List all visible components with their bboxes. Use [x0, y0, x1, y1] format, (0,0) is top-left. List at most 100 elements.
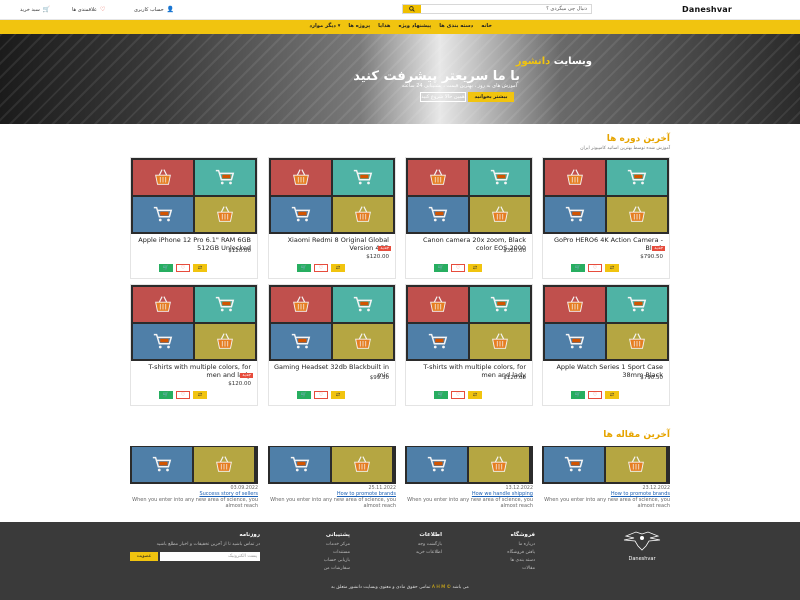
add-to-cart-button[interactable]: 🛒	[571, 264, 585, 272]
compare-button[interactable]: ⇄	[331, 391, 345, 399]
product-image[interactable]	[406, 158, 532, 234]
add-to-cart-button[interactable]: 🛒	[159, 391, 173, 399]
nav-item-home[interactable]: خانه	[481, 23, 492, 29]
product-image[interactable]	[543, 285, 669, 361]
article-image[interactable]	[268, 446, 396, 484]
article-image[interactable]	[542, 446, 670, 484]
product-card[interactable]: Canon camera 20x zoom, Black color EOS 2…	[405, 157, 533, 279]
footer-info-col: اطلاعات بازگشت وجه اطلاعات خرید	[416, 532, 442, 558]
add-to-cart-button[interactable]: 🛒	[571, 391, 585, 399]
product-image-tile	[133, 197, 193, 232]
add-to-favorites-button[interactable]: ♡	[314, 391, 328, 399]
site-logo[interactable]: Daneshvar	[682, 5, 732, 14]
product-image-tile	[271, 287, 331, 322]
footer-logo[interactable]: Daneshvar	[612, 530, 672, 562]
footer-link[interactable]: اطلاعات خرید	[416, 550, 442, 555]
compare-button[interactable]: ⇄	[605, 391, 619, 399]
search-button[interactable]	[403, 5, 421, 13]
article-description: When you enter into any new area of scie…	[132, 497, 258, 509]
add-to-favorites-button[interactable]: ♡	[451, 391, 465, 399]
product-card[interactable]: T-shirts with multiple colors, for men a…	[130, 284, 258, 406]
shopping-cart-icon	[290, 204, 312, 226]
product-image[interactable]	[406, 285, 532, 361]
nav-item-more[interactable]: دیگر موارد ▾	[309, 23, 340, 29]
footer-link[interactable]: بازگشت وجه	[416, 542, 442, 547]
compare-button[interactable]: ⇄	[468, 391, 482, 399]
add-to-cart-button[interactable]: 🛒	[297, 264, 311, 272]
product-card[interactable]: Gaming Headset 32db Blackbuilt in mic $99…	[268, 284, 396, 406]
add-to-favorites-button[interactable]: ♡	[588, 264, 602, 272]
add-to-favorites-button[interactable]: ♡	[314, 264, 328, 272]
nav-item-categories[interactable]: دسته بندی ها	[439, 23, 473, 29]
account-label: حساب کاربری	[134, 6, 164, 13]
article-card[interactable]: 23.12.2022 How to promote brands When you …	[542, 446, 670, 516]
product-card[interactable]: Apple Watch Series 1 Sport Case 38mm Bla…	[542, 284, 670, 406]
main-nav: خانه دسته بندی ها پیشنهاد ویژه هدایا پرو…	[0, 20, 800, 34]
cart-link[interactable]: سبد خرید 🛒	[20, 6, 50, 13]
compare-button[interactable]: ⇄	[605, 264, 619, 272]
add-to-favorites-button[interactable]: ♡	[451, 264, 465, 272]
nav-item-projects[interactable]: پروژه ها	[348, 23, 370, 29]
product-image-tile	[545, 324, 605, 359]
product-name[interactable]: Xiaomi Redmi 8 Original Global Version 4…	[273, 236, 389, 252]
shopping-basket-icon	[488, 454, 510, 476]
compare-button[interactable]: ⇄	[193, 264, 207, 272]
search-box[interactable]: دنبال چی میگردی ؟	[402, 4, 592, 14]
product-card[interactable]: GoPro HERO6 4K Action Camera - Blackجدید…	[542, 157, 670, 279]
add-to-cart-button[interactable]: 🛒	[159, 264, 173, 272]
add-to-cart-button[interactable]: 🛒	[434, 264, 448, 272]
subscribe-button[interactable]: عضویت	[130, 552, 158, 561]
product-card[interactable]: Apple iPhone 12 Pro 6.1" RAM 6GB 512GB U…	[130, 157, 258, 279]
copyright-brand[interactable]: A H M ©	[432, 585, 451, 590]
product-image[interactable]	[543, 158, 669, 234]
product-image[interactable]	[269, 285, 395, 361]
search-input[interactable]: دنبال چی میگردی ؟	[546, 6, 587, 12]
hero-title: وبسایت دانشور	[516, 56, 592, 67]
product-image[interactable]	[131, 158, 257, 234]
product-image-tile	[470, 197, 530, 232]
product-image-tile	[606, 447, 666, 482]
product-name[interactable]: T-shirts with multiple colors, for men a…	[135, 363, 251, 379]
nav-item-special[interactable]: پیشنهاد ویژه	[398, 23, 431, 29]
add-to-favorites-button[interactable]: ♡	[176, 391, 190, 399]
start-now-button[interactable]: همین حالا شروع کنید	[420, 92, 466, 102]
favorites-link[interactable]: علاقمندی ها ♡	[72, 6, 105, 13]
add-to-cart-button[interactable]: 🛒	[434, 391, 448, 399]
product-image[interactable]	[131, 285, 257, 361]
product-image-tile	[545, 160, 605, 195]
footer-link[interactable]: درباره ما	[507, 542, 535, 547]
article-card[interactable]: 25.11.2022 How to promote brands When you …	[268, 446, 396, 516]
favorites-label: علاقمندی ها	[72, 6, 98, 13]
newsletter-email-input[interactable]: پست الکترونیک	[160, 552, 260, 561]
add-to-favorites-button[interactable]: ♡	[176, 264, 190, 272]
article-image[interactable]	[130, 446, 258, 484]
product-card[interactable]: T-shirts with multiple colors, for men a…	[405, 284, 533, 406]
heart-icon: ♡	[180, 265, 186, 271]
compare-button[interactable]: ⇄	[468, 264, 482, 272]
articles-section-title: آخرین مقاله ها	[603, 430, 670, 440]
footer-link[interactable]: بازیابی حساب	[324, 558, 350, 563]
nav-item-gifts[interactable]: هدایا	[378, 23, 390, 29]
shopping-cart-icon	[289, 454, 311, 476]
product-image[interactable]	[269, 158, 395, 234]
add-to-favorites-button[interactable]: ♡	[588, 391, 602, 399]
footer-link[interactable]: یافتن فروشگاه	[507, 550, 535, 555]
footer-link[interactable]: مستندات	[324, 550, 350, 555]
account-link[interactable]: حساب کاربری 👤	[134, 6, 174, 13]
read-more-button[interactable]: بیشتر بخوانید	[468, 92, 514, 102]
article-card[interactable]: 13.12.2022 How we handle shipping When you…	[405, 446, 533, 516]
shopping-cart-icon	[214, 167, 236, 189]
compare-button[interactable]: ⇄	[193, 391, 207, 399]
footer-link[interactable]: سفارشات من	[324, 566, 350, 571]
add-to-cart-button[interactable]: 🛒	[297, 391, 311, 399]
article-image[interactable]	[405, 446, 533, 484]
footer-link[interactable]: مقالات	[507, 566, 535, 571]
shopping-basket-icon	[214, 331, 236, 353]
article-card[interactable]: 03.09.2022 Success story of sellers When y…	[130, 446, 258, 516]
compare-button[interactable]: ⇄	[331, 264, 345, 272]
footer-link[interactable]: دسته بندی ها	[507, 558, 535, 563]
product-name[interactable]: GoPro HERO6 4K Action Camera - Black	[547, 236, 663, 252]
product-card[interactable]: Xiaomi Redmi 8 Original Global Version 4…	[268, 157, 396, 279]
shopping-cart-icon	[352, 167, 374, 189]
footer-link[interactable]: مرکز خدمات	[324, 542, 350, 547]
